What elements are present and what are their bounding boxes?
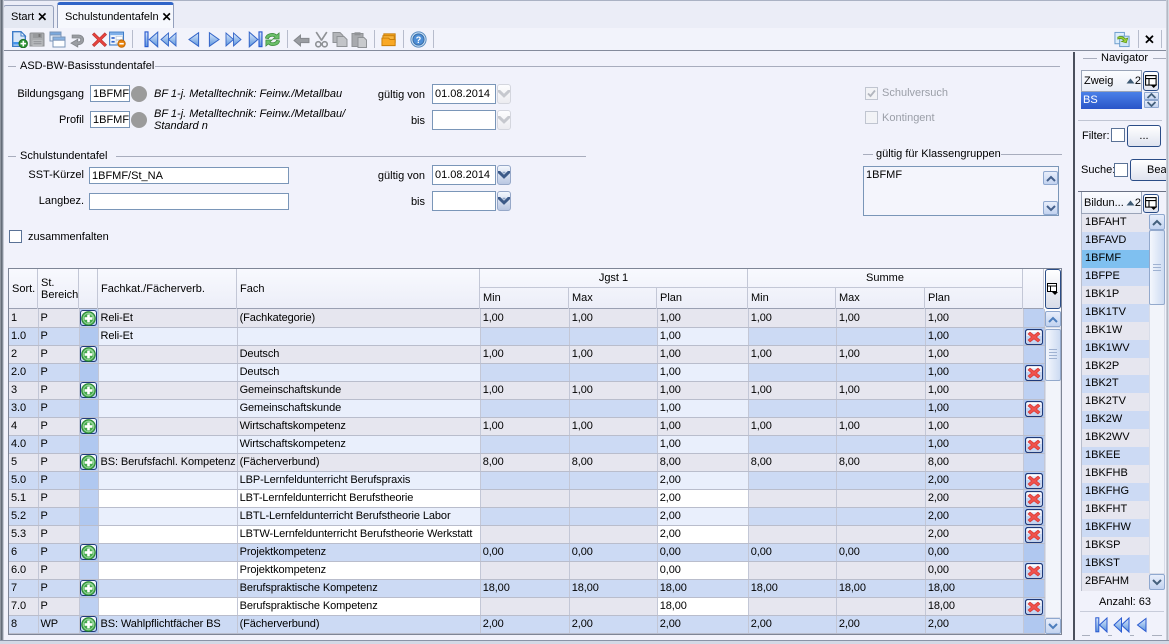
svg-text:?: ? bbox=[416, 35, 422, 45]
